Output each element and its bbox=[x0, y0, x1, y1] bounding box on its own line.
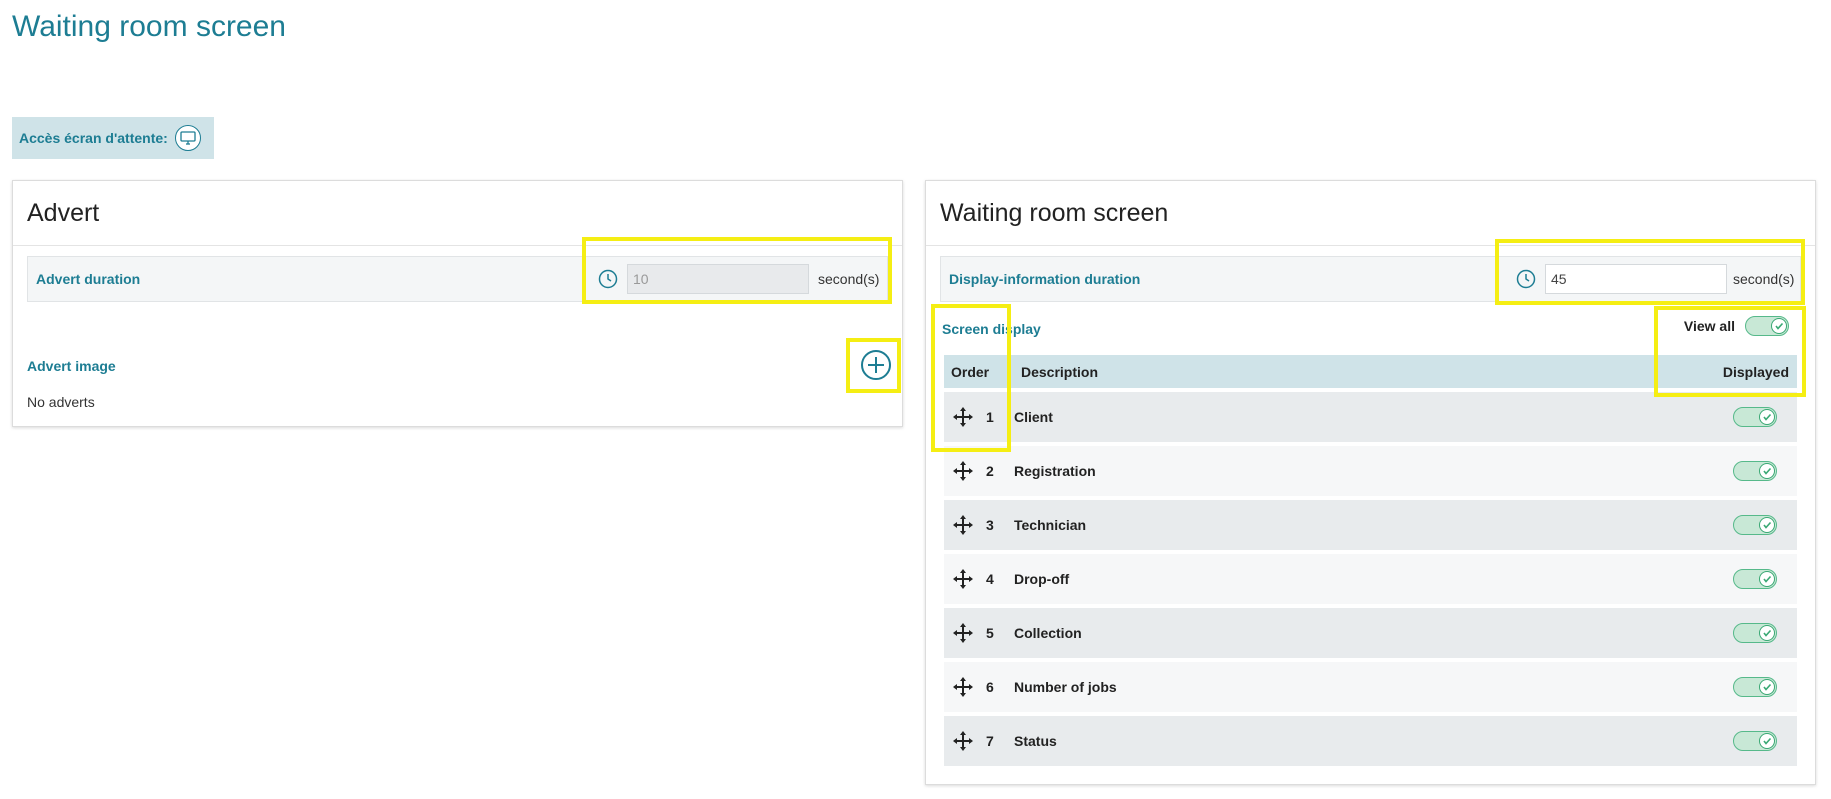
column-header-description[interactable]: Description bbox=[1021, 364, 1723, 380]
row-description: Client bbox=[1014, 409, 1053, 425]
column-header-order[interactable]: Order bbox=[944, 364, 1021, 380]
view-all-control: View all bbox=[1684, 316, 1789, 336]
screen-display-label: Screen display bbox=[942, 321, 1041, 337]
table-row: 6 Number of jobs bbox=[944, 662, 1797, 712]
displayed-toggle[interactable] bbox=[1733, 515, 1777, 535]
check-icon bbox=[1759, 679, 1775, 695]
table-row: 4 Drop-off bbox=[944, 554, 1797, 604]
check-icon bbox=[1771, 318, 1787, 334]
divider bbox=[13, 245, 902, 246]
advert-duration-unit: second(s) bbox=[818, 271, 880, 287]
row-order: 7 bbox=[986, 733, 994, 749]
check-icon bbox=[1759, 571, 1775, 587]
table-row: 1 Client bbox=[944, 392, 1797, 442]
divider bbox=[926, 245, 1815, 246]
view-all-label: View all bbox=[1683, 318, 1735, 334]
access-waiting-screen: Accès écran d'attente: bbox=[12, 117, 214, 159]
row-description: Technician bbox=[1014, 517, 1087, 533]
move-handle-icon[interactable] bbox=[952, 730, 974, 752]
move-handle-icon[interactable] bbox=[952, 460, 974, 482]
check-icon bbox=[1759, 733, 1775, 749]
move-handle-icon[interactable] bbox=[952, 406, 974, 428]
display-duration-label: Display-information duration bbox=[949, 271, 1141, 287]
check-icon bbox=[1759, 409, 1775, 425]
row-description: Number of jobs bbox=[1014, 679, 1117, 695]
clock-icon bbox=[1516, 269, 1536, 289]
table-row: 3 Technician bbox=[944, 500, 1797, 550]
row-order: 1 bbox=[986, 409, 994, 425]
move-handle-icon[interactable] bbox=[952, 622, 974, 644]
row-order: 4 bbox=[986, 571, 994, 587]
advert-image-label: Advert image bbox=[27, 358, 116, 374]
row-order: 6 bbox=[986, 679, 994, 695]
waiting-screen-panel-title: Waiting room screen bbox=[940, 199, 1169, 227]
check-icon bbox=[1759, 625, 1775, 641]
access-label: Accès écran d'attente: bbox=[19, 130, 168, 146]
advert-panel: Advert Advert duration second(s) Advert … bbox=[12, 180, 903, 427]
column-header-displayed[interactable]: Displayed bbox=[1723, 364, 1797, 380]
table-row: 2 Registration bbox=[944, 446, 1797, 496]
row-order: 3 bbox=[986, 517, 994, 533]
monitor-icon[interactable] bbox=[174, 125, 201, 151]
display-duration-unit: second(s) bbox=[1733, 271, 1795, 287]
row-description: Registration bbox=[1014, 463, 1096, 479]
row-description: Drop-off bbox=[1014, 571, 1070, 587]
displayed-toggle[interactable] bbox=[1733, 677, 1777, 697]
displayed-toggle[interactable] bbox=[1733, 569, 1777, 589]
table-row: 5 Collection bbox=[944, 608, 1797, 658]
advert-duration-row: Advert duration second(s) bbox=[27, 256, 888, 302]
page-title: Waiting room screen bbox=[12, 10, 286, 43]
clock-icon bbox=[598, 269, 618, 289]
display-items-table: 1 Client 2 Registration 3 Technician 4 Drop-off… bbox=[944, 392, 1797, 770]
displayed-toggle[interactable] bbox=[1733, 731, 1777, 751]
waiting-screen-panel: Waiting room screen Display-information … bbox=[925, 180, 1816, 785]
check-icon bbox=[1759, 517, 1775, 533]
row-description: Status bbox=[1014, 733, 1057, 749]
no-adverts-text: No adverts bbox=[27, 394, 95, 410]
check-icon bbox=[1759, 463, 1775, 479]
advert-duration-input[interactable] bbox=[627, 264, 809, 294]
move-handle-icon[interactable] bbox=[952, 514, 974, 536]
table-row: 7 Status bbox=[944, 716, 1797, 766]
add-advert-button[interactable] bbox=[861, 350, 891, 380]
advert-duration-label: Advert duration bbox=[36, 271, 141, 287]
display-duration-input[interactable] bbox=[1545, 264, 1727, 294]
table-header: Order Description Displayed bbox=[944, 355, 1797, 388]
view-all-toggle[interactable] bbox=[1745, 316, 1789, 336]
displayed-toggle[interactable] bbox=[1733, 407, 1777, 427]
display-duration-row: Display-information duration second(s) bbox=[940, 256, 1801, 302]
row-order: 5 bbox=[986, 625, 994, 641]
displayed-toggle[interactable] bbox=[1733, 461, 1777, 481]
move-handle-icon[interactable] bbox=[952, 676, 974, 698]
advert-panel-title: Advert bbox=[27, 199, 100, 227]
displayed-toggle[interactable] bbox=[1733, 623, 1777, 643]
move-handle-icon[interactable] bbox=[952, 568, 974, 590]
row-description: Collection bbox=[1014, 625, 1082, 641]
row-order: 2 bbox=[986, 463, 994, 479]
